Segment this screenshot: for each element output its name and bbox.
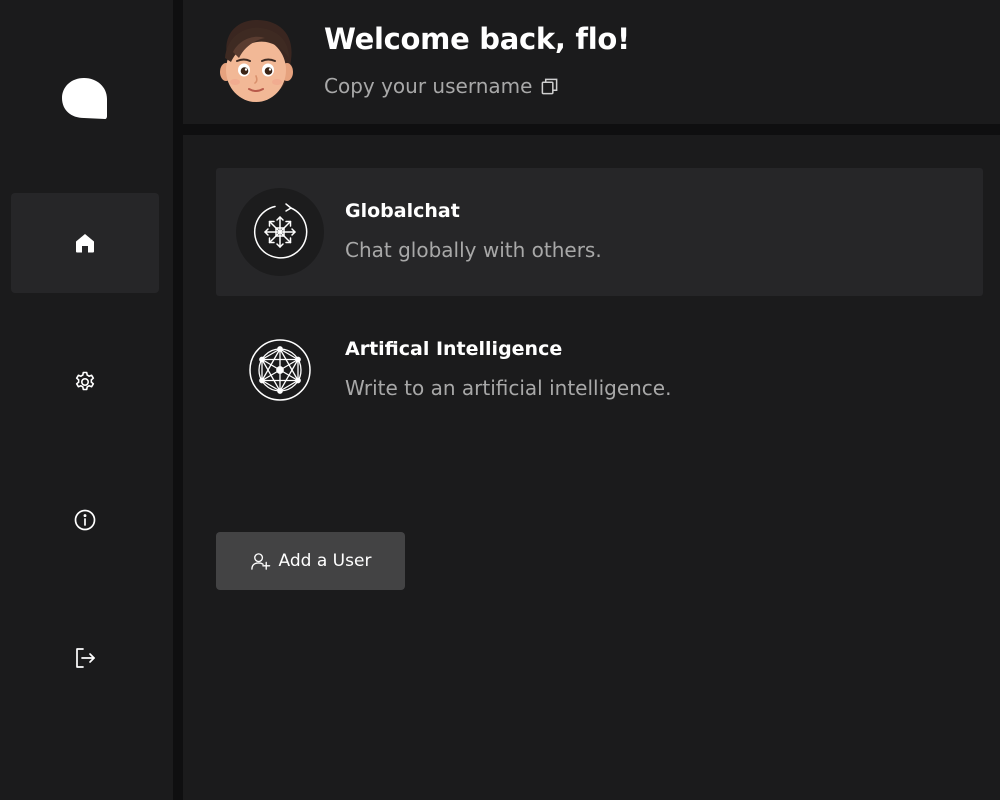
logout-icon — [76, 648, 95, 668]
chat-item-globalchat[interactable]: Globalchat Chat globally with others. — [216, 168, 983, 296]
chat-item-ai[interactable]: Artifical Intelligence Write to an artif… — [216, 306, 983, 434]
avatar — [220, 20, 293, 102]
copy-username-label: Copy your username — [324, 74, 533, 98]
add-user-button[interactable]: Add a User — [216, 532, 405, 590]
sidebar — [0, 0, 173, 800]
chat-item-subtitle: Chat globally with others. — [345, 238, 602, 262]
chat-item-icon-container — [236, 326, 324, 414]
app-window: Welcome back, flo! Copy your username Gl… — [0, 0, 1000, 800]
chat-item-title: Artifical Intelligence — [345, 338, 563, 360]
sidebar-item-info[interactable] — [11, 470, 159, 570]
info-icon — [74, 509, 96, 531]
gear-icon — [75, 371, 95, 391]
sidebar-divider — [173, 0, 183, 800]
ai-network-icon — [249, 339, 311, 401]
sidebar-item-settings[interactable] — [11, 332, 159, 432]
add-user-label: Add a User — [278, 551, 372, 571]
welcome-heading: Welcome back, flo! — [324, 22, 630, 56]
chat-bubble-logo-icon — [62, 78, 107, 119]
chat-item-subtitle: Write to an artificial intelligence. — [345, 376, 672, 400]
header — [183, 0, 1000, 124]
chat-item-icon-container — [236, 188, 324, 276]
home-icon — [76, 234, 94, 253]
copy-icon — [542, 78, 558, 94]
sidebar-item-home[interactable] — [11, 193, 159, 293]
chat-item-title: Globalchat — [345, 200, 460, 222]
header-divider — [183, 124, 1000, 135]
copy-username-button[interactable]: Copy your username — [324, 74, 559, 98]
globe-arrows-icon — [253, 203, 308, 259]
sidebar-item-logout[interactable] — [11, 608, 159, 708]
add-user-icon — [250, 552, 270, 570]
